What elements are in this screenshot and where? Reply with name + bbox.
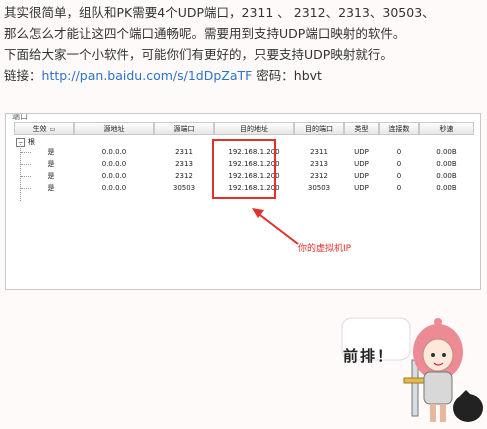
password-text: 密码：hbvt <box>252 68 322 83</box>
column-header-type[interactable]: 类型 <box>344 122 379 135</box>
intro-line-1: 其实很简单，组队和PK需要4个UDP端口，2311 、 2312、2313、30… <box>4 5 435 20</box>
group-label: 根 <box>28 138 35 146</box>
column-header-conn[interactable]: 连接数 <box>379 122 419 135</box>
intro-paragraph: 其实很简单，组队和PK需要4个UDP端口，2311 、 2312、2313、30… <box>4 2 484 86</box>
download-line: 链接：http://pan.baidu.com/s/1dDpZaTF 密码：hb… <box>4 65 484 86</box>
sticker-text: 前排！ <box>343 347 395 365</box>
highlight-box <box>212 139 276 199</box>
cartoon-girl-sticker-icon <box>341 317 483 422</box>
link-label: 链接： <box>4 68 42 83</box>
intro-line-3: 下面给大家一个小软件，可能你们有更好的，只要支持UDP映射就行。 <box>4 47 393 62</box>
screenshot-title: 端口 <box>12 113 28 121</box>
column-header-dport[interactable]: 目的端口 <box>294 122 344 135</box>
table-header: 生效 ▭ 源地址 源端口 目的地址 目的端口 类型 连接数 秒速 <box>14 122 474 136</box>
column-header-sport[interactable]: 源端口 <box>154 122 214 135</box>
column-header-active[interactable]: 生效 ▭ <box>14 122 74 135</box>
download-link[interactable]: http://pan.baidu.com/s/1dDpZaTF <box>42 68 253 83</box>
annotation-text: 你的虚拟机IP <box>298 244 352 254</box>
sort-icon: ▭ <box>49 126 56 133</box>
port-mapping-screenshot: 端口 生效 ▭ 源地址 源端口 目的地址 目的端口 类型 连接数 秒速 − 根 是 … <box>5 113 481 290</box>
intro-line-2: 那么怎么才能让这四个端口通畅呢。需要用到支持UDP端口映射的软件。 <box>4 26 406 41</box>
column-header-dst[interactable]: 目的地址 <box>214 122 294 135</box>
column-header-speed[interactable]: 秒速 <box>419 122 474 135</box>
arrow-icon <box>252 208 299 245</box>
column-header-src[interactable]: 源地址 <box>74 122 154 135</box>
